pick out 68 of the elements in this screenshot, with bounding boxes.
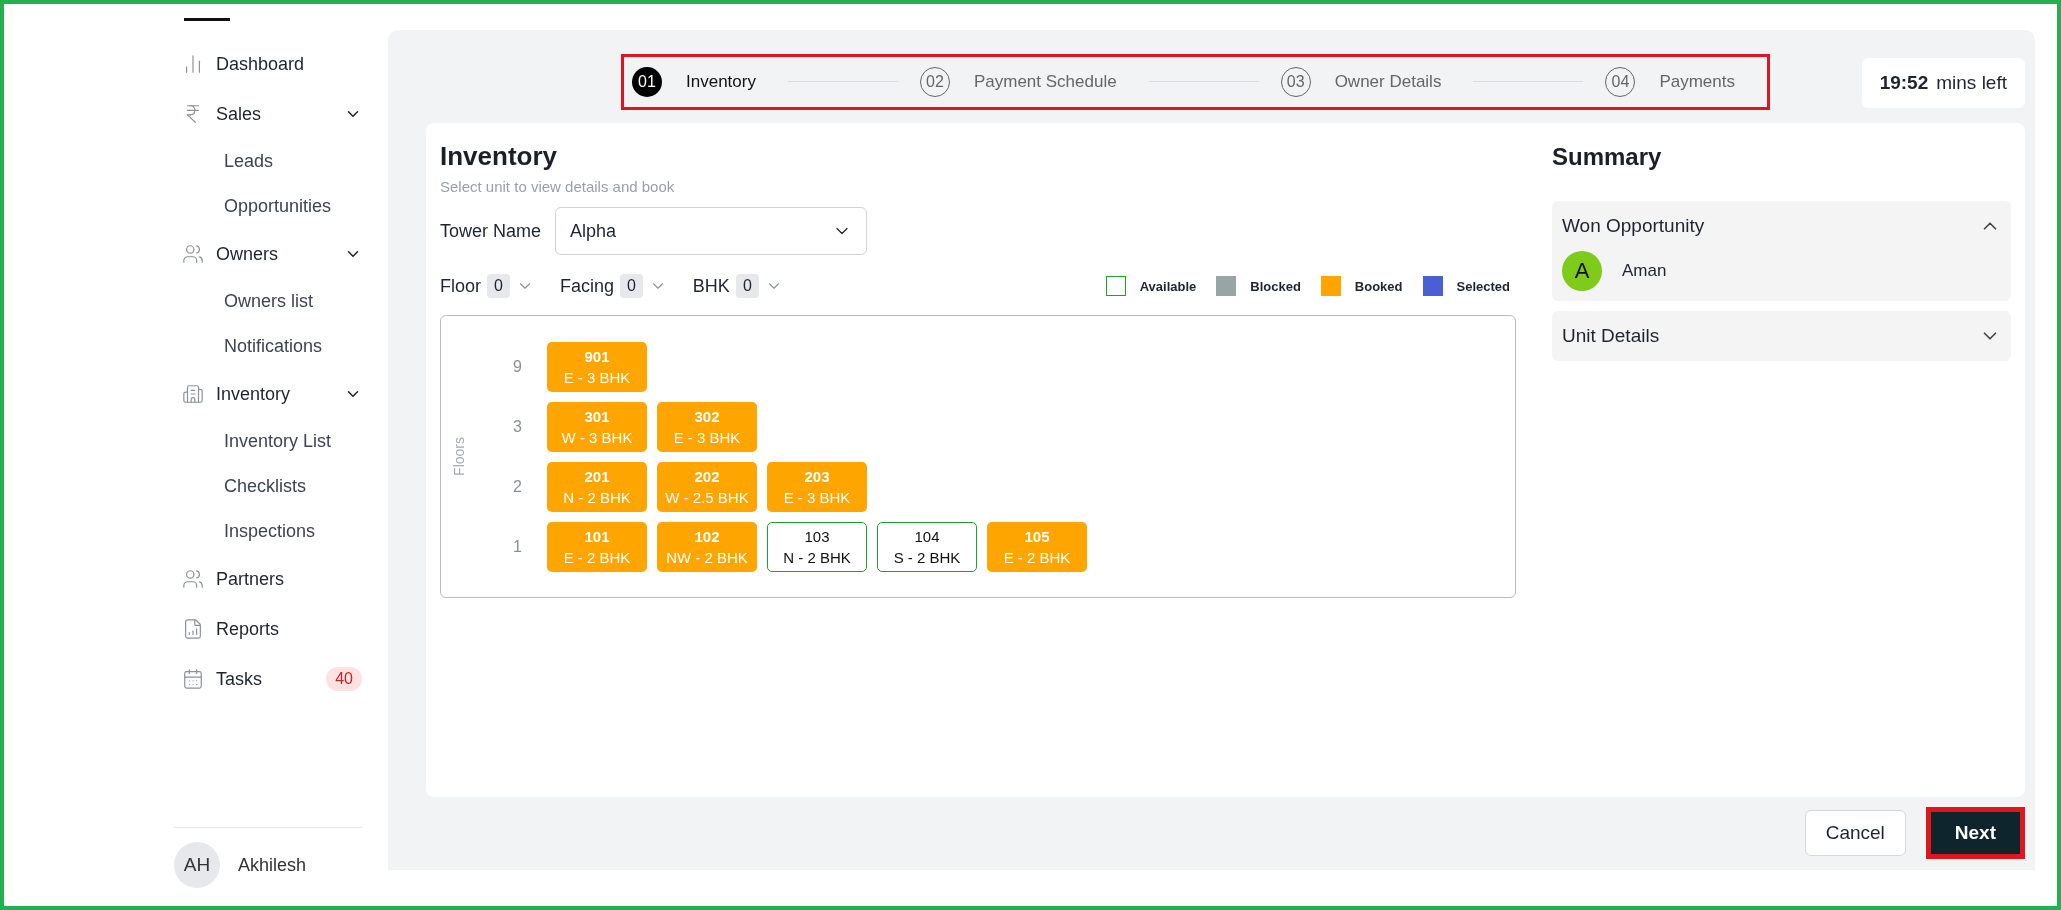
floor-number: 1 — [513, 537, 523, 556]
floor-number: 2 — [513, 477, 523, 496]
unit-tile[interactable]: 104 S - 2 BHK — [877, 521, 977, 572]
legend-label: Available — [1139, 278, 1197, 294]
sidebar-item-label: Partners — [216, 568, 286, 590]
user-name: Akhilesh — [238, 854, 307, 876]
sidebar-item-label: Dashboard — [216, 53, 306, 75]
filter-count: 0 — [619, 274, 643, 299]
sidebar-subitem[interactable]: Owners list — [176, 279, 362, 324]
sidebar-subitem[interactable]: Inspections — [176, 509, 362, 554]
sidebar-item[interactable]: Inventory — [176, 369, 362, 419]
accordion-title[interactable]: Unit Details — [1562, 325, 1660, 348]
sidebar-item[interactable]: Owners — [176, 229, 362, 279]
calendar-icon — [182, 668, 204, 690]
contact-name: Aman — [1622, 261, 1667, 282]
sidebar-item[interactable]: Sales — [176, 89, 362, 139]
report-icon — [182, 618, 204, 640]
filter-label[interactable]: BHK — [692, 275, 730, 297]
sidebar-item[interactable]: Tasks 40 — [176, 654, 362, 704]
filter-label[interactable]: Facing — [559, 275, 614, 297]
summary-title: Summary — [1552, 142, 1663, 172]
tower-select[interactable]: Alpha — [555, 207, 868, 256]
timer-suffix: mins left — [1936, 72, 2007, 94]
sidebar-item[interactable]: Dashboard — [176, 39, 362, 89]
axis-label: Floors — [451, 437, 467, 477]
step-label[interactable]: Inventory — [674, 71, 768, 92]
legend-label: Blocked — [1250, 278, 1301, 294]
user-avatar[interactable]: AH — [174, 842, 220, 888]
building-icon — [182, 383, 204, 405]
contact-avatar: A — [1562, 251, 1602, 292]
legend-swatch — [1422, 276, 1443, 297]
sidebar-subitem[interactable]: Checklists — [176, 464, 362, 509]
step-number[interactable]: 01 — [632, 66, 662, 97]
sidebar-subitem[interactable]: Leads — [176, 139, 362, 184]
sidebar-item-label: Inventory — [216, 383, 292, 405]
legend-label: Booked — [1354, 278, 1403, 294]
sidebar-item-label: Owners — [216, 243, 279, 265]
field-label: Tower Name — [440, 220, 542, 242]
sidebar-subitem[interactable]: Opportunities — [176, 184, 362, 229]
filter-count: 0 — [735, 274, 759, 299]
sidebar-item[interactable]: Partners — [176, 554, 362, 604]
sidebar-item-label: Reports — [216, 618, 281, 640]
legend-label: Selected — [1456, 278, 1510, 294]
step-label[interactable]: Payment Schedule — [961, 71, 1129, 92]
count-badge: 40 — [326, 667, 362, 691]
sidebar-item-label: Sales — [216, 103, 263, 125]
sidebar-subitem[interactable]: Notifications — [176, 324, 362, 369]
sidebar-subitem[interactable]: Inventory List — [176, 419, 362, 464]
cancel-button[interactable]: Cancel — [1804, 810, 1906, 857]
legend-swatch — [1216, 276, 1237, 297]
sidebar-item[interactable]: Reports — [176, 604, 362, 654]
legend-swatch — [1320, 276, 1341, 297]
unit-tile[interactable]: 103 N - 2 BHK — [767, 521, 867, 572]
legend-swatch — [1105, 276, 1126, 297]
floor-number: 9 — [513, 357, 523, 376]
timer-value: 19:52 — [1879, 72, 1929, 94]
filter-label[interactable]: Floor — [440, 275, 481, 297]
step-label[interactable]: Owner Details — [1322, 71, 1454, 92]
section-subtitle: Select unit to view details and book — [440, 178, 676, 196]
accordion-title[interactable]: Won Opportunity — [1562, 215, 1705, 238]
step-label[interactable]: Payments — [1647, 71, 1747, 92]
sidebar-item-label: Tasks — [216, 668, 263, 690]
people-icon — [182, 243, 204, 265]
filter-count: 0 — [487, 274, 510, 299]
people-icon — [182, 568, 204, 590]
next-button[interactable]: Next — [1925, 807, 2025, 860]
section-title: Inventory — [440, 141, 559, 173]
floor-number: 3 — [513, 417, 523, 436]
